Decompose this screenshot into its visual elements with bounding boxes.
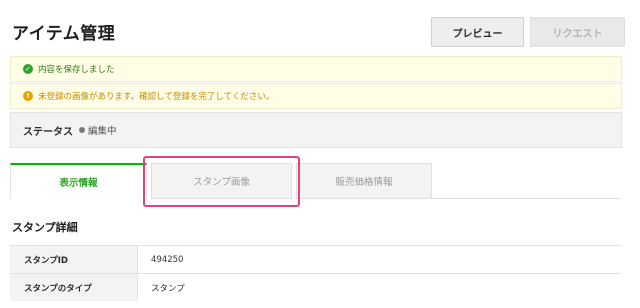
section-title: スタンプ詳細 [12,221,78,234]
status-dot-icon [79,127,85,133]
tab-sales-price[interactable]: 販売価格情報 [296,163,432,199]
status-value: 編集中 [88,126,117,137]
check-circle-icon: ✓ [23,64,33,74]
warning-alert: ! 未登録の画像があります。確認して登録を完了してください。 [10,83,622,109]
tab-display-info[interactable]: 表示情報 [10,163,147,199]
page-header: アイテム管理 プレビュー リクエスト [0,0,640,56]
status-label: ステータス [23,126,73,138]
success-alert: ✓ 内容を保存しました [10,56,622,82]
highlight-frame [143,156,300,207]
table-row: スタンプのタイプ スタンプ [10,273,622,301]
row-value: スタンプ [151,283,185,294]
details-table: スタンプID 494250 スタンプのタイプ スタンプ [10,245,622,301]
success-alert-text: 内容を保存しました [38,65,115,75]
row-value: 494250 [151,254,184,265]
tab-bar: 表示情報 スタンプ画像 販売価格情報 [10,163,622,199]
row-label: スタンプのタイプ [10,274,138,301]
status-box: ステータス 編集中 [10,112,622,148]
table-row: スタンプID 494250 [10,245,622,273]
tab-divider [432,198,622,199]
page-title: アイテム管理 [12,24,116,44]
row-label: スタンプID [10,246,138,273]
warning-alert-text: 未登録の画像があります。確認して登録を完了してください。 [38,92,275,102]
exclamation-circle-icon: ! [23,91,33,101]
preview-button[interactable]: プレビュー [431,17,524,47]
request-button[interactable]: リクエスト [530,17,625,47]
